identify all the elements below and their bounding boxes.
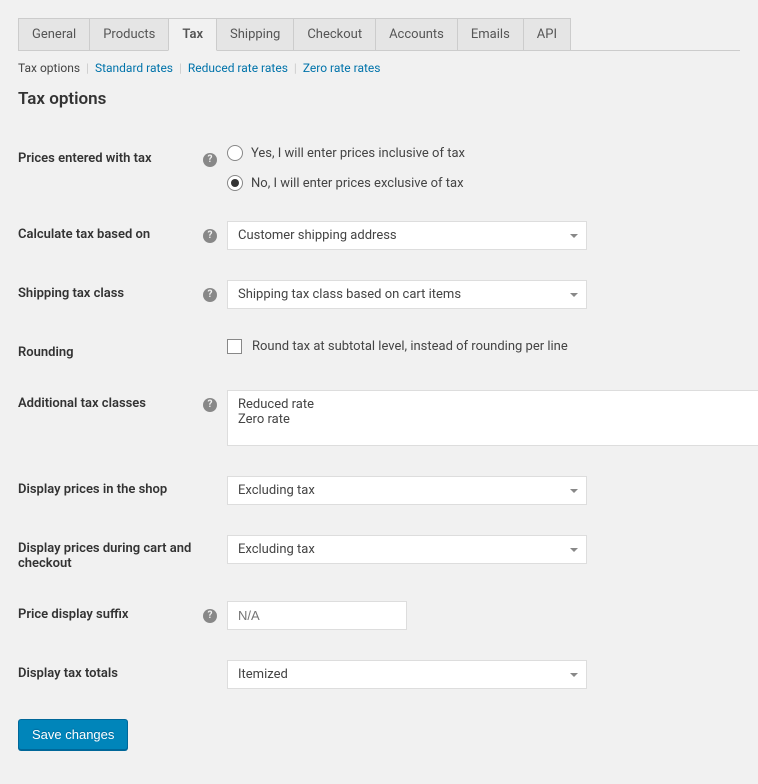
tab-shipping[interactable]: Shipping	[216, 18, 294, 50]
label-prices-with-tax: Prices entered with tax	[18, 145, 203, 166]
label-calc-based: Calculate tax based on	[18, 221, 203, 242]
tab-accounts[interactable]: Accounts	[375, 18, 458, 50]
label-suffix: Price display suffix	[18, 601, 203, 622]
radio-inclusive[interactable]	[227, 145, 243, 161]
radio-exclusive-label: No, I will enter prices exclusive of tax	[251, 176, 464, 191]
separator: |	[294, 61, 297, 75]
section-title: Tax options	[18, 89, 740, 109]
tab-tax[interactable]: Tax	[168, 18, 217, 51]
tax-subtabs: Tax options | Standard rates | Reduced r…	[18, 51, 740, 81]
select-calc-based[interactable]: Customer shipping address	[227, 221, 587, 250]
tab-products[interactable]: Products	[89, 18, 169, 50]
input-suffix[interactable]	[227, 601, 407, 630]
settings-tabs: General Products Tax Shipping Checkout A…	[18, 18, 740, 51]
radio-exclusive[interactable]	[227, 175, 243, 191]
tab-emails[interactable]: Emails	[457, 18, 524, 50]
checkbox-rounding-label: Round tax at subtotal level, instead of …	[252, 339, 568, 354]
separator: |	[86, 61, 89, 75]
help-icon[interactable]: ?	[203, 153, 217, 167]
help-icon[interactable]: ?	[203, 609, 217, 623]
label-display-cart: Display prices during cart and checkout	[18, 535, 203, 571]
select-display-cart[interactable]: Excluding tax	[227, 535, 587, 564]
label-rounding: Rounding	[18, 339, 203, 360]
label-display-shop: Display prices in the shop	[18, 476, 203, 497]
subtab-reduced-rates[interactable]: Reduced rate rates	[188, 61, 288, 75]
help-icon[interactable]: ?	[203, 398, 217, 412]
help-icon[interactable]: ?	[203, 229, 217, 243]
tab-checkout[interactable]: Checkout	[293, 18, 376, 50]
separator: |	[179, 61, 182, 75]
select-totals[interactable]: Itemized	[227, 660, 587, 689]
save-button[interactable]: Save changes	[18, 719, 128, 750]
label-add-classes: Additional tax classes	[18, 390, 203, 411]
textarea-add-classes[interactable]: Reduced rate Zero rate	[227, 390, 758, 446]
help-icon[interactable]: ?	[203, 288, 217, 302]
subtab-tax-options[interactable]: Tax options	[18, 61, 80, 75]
checkbox-rounding[interactable]	[227, 339, 242, 354]
select-ship-class[interactable]: Shipping tax class based on cart items	[227, 280, 587, 309]
subtab-standard-rates[interactable]: Standard rates	[95, 61, 173, 75]
radio-inclusive-label: Yes, I will enter prices inclusive of ta…	[251, 146, 465, 161]
tab-api[interactable]: API	[523, 18, 571, 50]
label-ship-class: Shipping tax class	[18, 280, 203, 301]
subtab-zero-rates[interactable]: Zero rate rates	[303, 61, 381, 75]
tab-general[interactable]: General	[18, 18, 90, 50]
select-display-shop[interactable]: Excluding tax	[227, 476, 587, 505]
label-totals: Display tax totals	[18, 660, 203, 681]
